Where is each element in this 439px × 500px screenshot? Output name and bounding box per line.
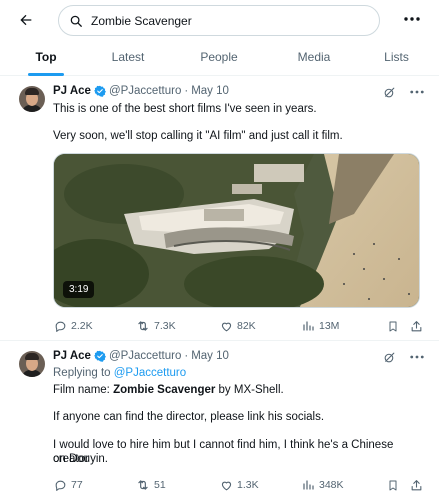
tweet-text: If anyone can find the director, please … (53, 411, 325, 423)
tweet-header: PJ Ace @PJaccetturo · May 10 (53, 350, 229, 362)
tweet-top-actions (382, 85, 424, 99)
author-handle[interactable]: @PJaccetturo (109, 85, 181, 97)
view-count: 13M (319, 320, 340, 332)
like-icon (219, 319, 233, 333)
reply-icon (53, 478, 67, 492)
tweet[interactable]: PJ Ace @PJaccetturo · May 10 This is one… (0, 76, 439, 341)
repost-count: 51 (154, 479, 166, 491)
video-player[interactable]: 3:19 (53, 153, 420, 308)
tweet-text: Film name: Zombie Scavenger by MX-Shell. (53, 383, 423, 397)
tweet-text: on Douyin. (53, 453, 108, 465)
search-tabs: Top Latest People Media Lists (0, 38, 439, 76)
bookmark-button[interactable] (386, 319, 404, 333)
tab-top[interactable]: Top (0, 38, 92, 76)
film-suffix: by MX-Shell. (215, 384, 284, 396)
tab-latest[interactable]: Latest (92, 38, 164, 76)
tweet[interactable]: PJ Ace @PJaccetturo · May 10 Replying to… (0, 341, 439, 500)
views-icon (301, 319, 315, 333)
share-icon (409, 319, 423, 333)
repost-button[interactable]: 51 (136, 478, 166, 492)
author-name[interactable]: PJ Ace (53, 85, 91, 97)
tab-label: People (200, 50, 238, 64)
tweet-top-actions (382, 350, 424, 364)
more-icon[interactable] (402, 8, 422, 30)
verified-badge-icon (93, 85, 106, 97)
film-prefix: Film name: (53, 384, 114, 396)
bookmark-icon (386, 319, 400, 333)
share-button[interactable] (409, 319, 427, 333)
like-button[interactable]: 82K (219, 319, 256, 333)
tab-label: Media (297, 50, 331, 64)
tab-people[interactable]: People (164, 38, 274, 76)
tweet-header: PJ Ace @PJaccetturo · May 10 (53, 85, 229, 97)
back-arrow-icon[interactable] (14, 8, 38, 32)
tab-media[interactable]: Media (274, 38, 354, 76)
share-icon (409, 478, 423, 492)
repost-icon (136, 478, 150, 492)
bookmark-icon (386, 478, 400, 492)
verified-badge-icon (93, 350, 106, 362)
reply-icon (53, 319, 67, 333)
tweet-actions: 2.2K 7.3K 82K 13M (53, 319, 423, 335)
view-count: 348K (319, 479, 344, 491)
like-button[interactable]: 1.3K (219, 478, 259, 492)
grok-icon[interactable] (382, 85, 396, 99)
video-thumbnail (54, 154, 419, 307)
tweet-text: This is one of the best short films I've… (53, 103, 317, 115)
more-icon[interactable] (410, 350, 424, 364)
share-button[interactable] (409, 478, 427, 492)
separator-dot: · (184, 85, 189, 97)
views-button[interactable]: 348K (301, 478, 344, 492)
tweet-text: Very soon, we'll stop calling it "AI fil… (53, 130, 343, 142)
reply-mention-link[interactable]: @PJaccetturo (114, 367, 186, 379)
search-icon (69, 13, 85, 29)
tab-label: Top (35, 50, 57, 64)
reply-button[interactable]: 2.2K (53, 319, 93, 333)
replying-prefix: Replying to (53, 367, 114, 379)
repost-button[interactable]: 7.3K (136, 319, 176, 333)
repost-icon (136, 319, 150, 333)
film-title: Zombie Scavenger (113, 384, 216, 396)
video-duration: 3:19 (63, 281, 95, 298)
author-handle[interactable]: @PJaccetturo (109, 350, 181, 362)
reply-count: 2.2K (71, 320, 93, 332)
like-count: 1.3K (237, 479, 259, 491)
views-icon (301, 478, 315, 492)
tweet-actions: 77 51 1.3K 348K (53, 478, 423, 494)
tweet-date[interactable]: May 10 (191, 350, 229, 362)
more-icon[interactable] (410, 85, 424, 99)
bookmark-button[interactable] (386, 478, 404, 492)
author-name[interactable]: PJ Ace (53, 350, 91, 362)
search-header: Zombie Scavenger (0, 0, 439, 38)
grok-icon[interactable] (382, 350, 396, 364)
tab-label: Lists (384, 50, 409, 64)
tab-lists[interactable]: Lists (354, 38, 439, 76)
separator-dot: · (184, 350, 189, 362)
repost-count: 7.3K (154, 320, 176, 332)
views-button[interactable]: 13M (301, 319, 339, 333)
search-input[interactable]: Zombie Scavenger (58, 5, 380, 36)
reply-count: 77 (71, 479, 83, 491)
tab-label: Latest (111, 50, 145, 64)
replying-to: Replying to @PJaccetturo (53, 366, 423, 380)
avatar[interactable] (19, 86, 45, 112)
search-query: Zombie Scavenger (91, 13, 192, 28)
like-count: 82K (237, 320, 256, 332)
avatar[interactable] (19, 351, 45, 377)
like-icon (219, 478, 233, 492)
reply-button[interactable]: 77 (53, 478, 83, 492)
tweet-date[interactable]: May 10 (191, 85, 229, 97)
